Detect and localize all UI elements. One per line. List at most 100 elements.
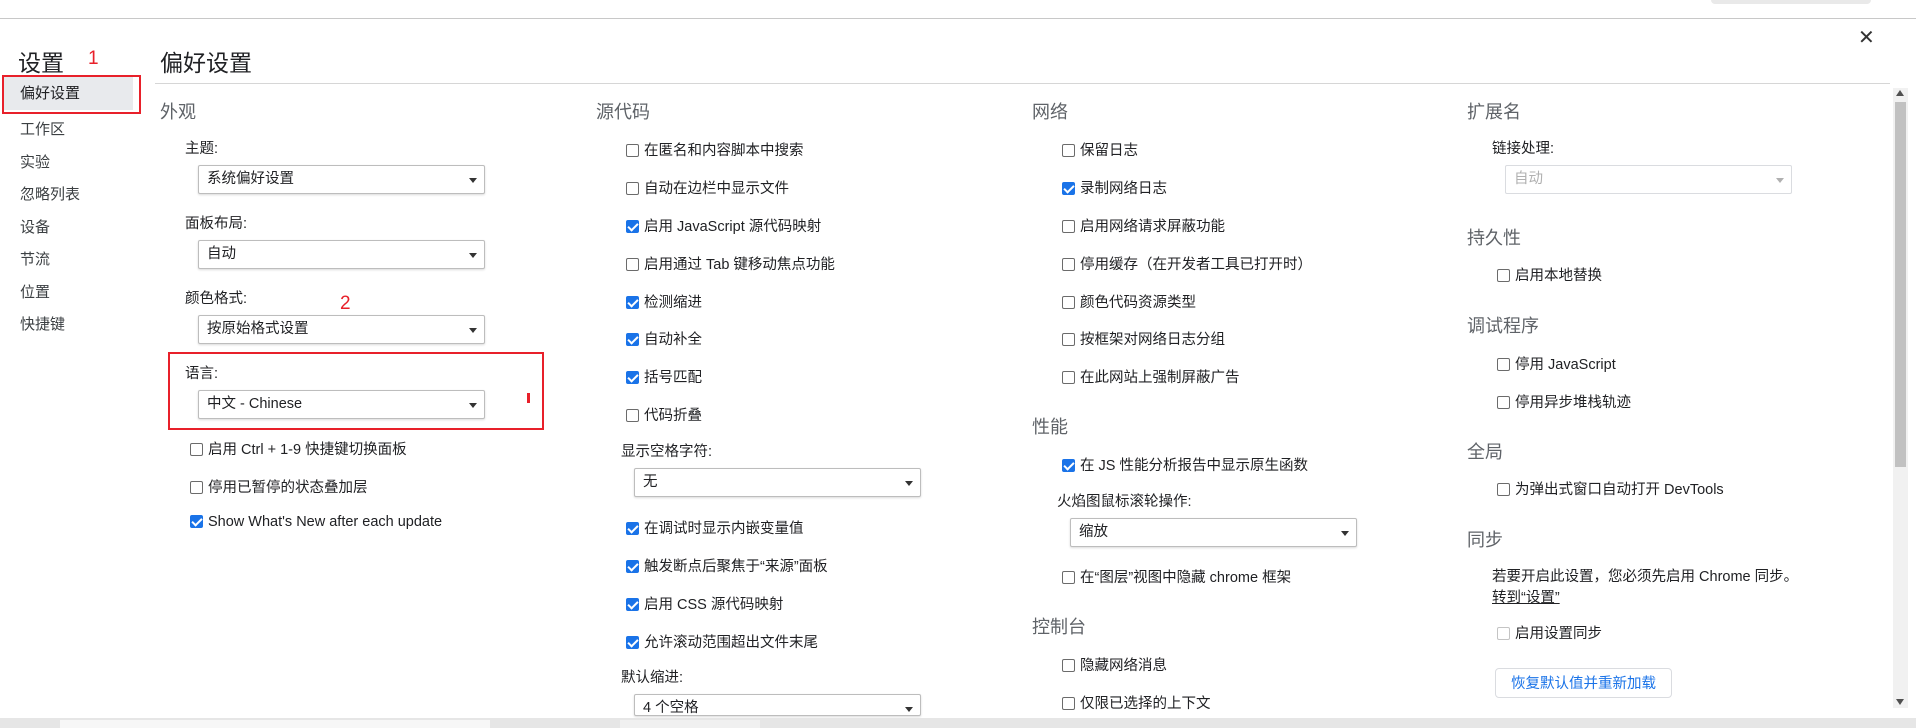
panel-layout-select[interactable]: 自动 xyxy=(198,240,485,269)
checkbox-label: 录制网络日志 xyxy=(1080,181,1167,197)
checkbox-search-anonymous[interactable]: 在匿名和内容脚本中搜索 xyxy=(626,139,804,160)
checkbox-label: 允许滚动范围超出文件末尾 xyxy=(644,635,818,651)
checkbox-box[interactable] xyxy=(1497,483,1510,496)
link-handling-label: 链接处理: xyxy=(1492,141,1555,157)
checkbox-box[interactable] xyxy=(190,443,203,456)
checkbox-hide-network-messages[interactable]: 隐藏网络消息 xyxy=(1062,654,1167,675)
sidebar-item-ignore-list[interactable]: 忽略列表 xyxy=(20,183,80,204)
section-sources-title: 源代码 xyxy=(596,102,650,122)
checkbox-bracket-matching[interactable]: 括号匹配 xyxy=(626,366,702,387)
checkbox-box-checked[interactable] xyxy=(626,296,639,309)
scroll-up-icon[interactable] xyxy=(1896,90,1904,96)
checkbox-scroll-past-eof[interactable]: 允许滚动范围超出文件末尾 xyxy=(626,631,818,652)
checkbox-disable-javascript[interactable]: 停用 JavaScript xyxy=(1497,353,1616,374)
checkbox-box[interactable] xyxy=(190,481,203,494)
checkbox-box[interactable] xyxy=(1062,258,1075,271)
scrollbar-thumb[interactable] xyxy=(1895,102,1906,467)
flamechart-label: 火焰图鼠标滚轮操作: xyxy=(1057,494,1192,510)
checkbox-code-folding[interactable]: 代码折叠 xyxy=(626,404,702,425)
checkbox-box[interactable] xyxy=(1497,396,1510,409)
checkbox-record-network[interactable]: 录制网络日志 xyxy=(1062,177,1167,198)
checkbox-force-ad-blocking[interactable]: 在此网站上强制屏蔽广告 xyxy=(1062,366,1240,387)
checkbox-hide-chrome-frame[interactable]: 在“图层”视图中隐藏 chrome 框架 xyxy=(1062,566,1291,587)
checkbox-box[interactable] xyxy=(626,144,639,157)
checkbox-box-checked[interactable] xyxy=(626,220,639,233)
scroll-down-icon[interactable] xyxy=(1896,699,1904,705)
close-icon[interactable]: ✕ xyxy=(1858,28,1875,48)
checkbox-request-blocking[interactable]: 启用网络请求屏蔽功能 xyxy=(1062,215,1225,236)
checkbox-box[interactable] xyxy=(626,409,639,422)
checkbox-auto-open-devtools[interactable]: 为弹出式窗口自动打开 DevTools xyxy=(1497,478,1724,499)
sidebar-item-locations[interactable]: 位置 xyxy=(20,281,50,302)
checkbox-box-checked[interactable] xyxy=(626,333,639,346)
checkbox-box[interactable] xyxy=(1497,269,1510,282)
checkbox-box-checked[interactable] xyxy=(190,515,203,528)
checkbox-inline-values[interactable]: 在调试时显示内嵌变量值 xyxy=(626,517,804,538)
sidebar-item-shortcuts[interactable]: 快捷键 xyxy=(20,313,65,334)
checkbox-color-resource-types[interactable]: 颜色代码资源类型 xyxy=(1062,291,1196,312)
checkbox-js-sourcemaps[interactable]: 启用 JavaScript 源代码映射 xyxy=(626,215,821,236)
checkbox-autocomplete[interactable]: 自动补全 xyxy=(626,328,702,349)
checkbox-settings-sync[interactable]: 启用设置同步 xyxy=(1497,622,1602,643)
checkbox-box-checked[interactable] xyxy=(626,371,639,384)
checkbox-label: 按框架对网络日志分组 xyxy=(1080,332,1225,348)
theme-select[interactable]: 系统偏好设置 xyxy=(198,165,485,194)
indent-value: 4 个空格 xyxy=(643,700,699,716)
checkbox-box[interactable] xyxy=(1497,358,1510,371)
checkbox-paused-overlay[interactable]: 停用已暂停的状态叠加层 xyxy=(190,476,368,497)
checkbox-box[interactable] xyxy=(1062,571,1075,584)
sidebar-item-throttling[interactable]: 节流 xyxy=(20,248,50,269)
checkbox-box-checked[interactable] xyxy=(1062,182,1075,195)
checkbox-group-by-frame[interactable]: 按框架对网络日志分组 xyxy=(1062,328,1225,349)
checkbox-local-overrides[interactable]: 启用本地替换 xyxy=(1497,264,1602,285)
checkbox-box[interactable] xyxy=(1062,659,1075,672)
checkbox-box-checked[interactable] xyxy=(626,522,639,535)
sidebar-item-workspace[interactable]: 工作区 xyxy=(20,118,65,139)
checkbox-box-checked[interactable] xyxy=(626,560,639,573)
checkbox-box[interactable] xyxy=(626,258,639,271)
section-network-title: 网络 xyxy=(1032,102,1068,122)
checkbox-tab-focus[interactable]: 启用通过 Tab 键移动焦点功能 xyxy=(626,253,835,274)
checkbox-box[interactable] xyxy=(1062,697,1075,710)
checkbox-box-checked[interactable] xyxy=(626,598,639,611)
checkbox-box[interactable] xyxy=(1062,296,1075,309)
annotation-number-2: 2 xyxy=(340,293,351,314)
checkbox-disable-cache[interactable]: 停用缓存（在开发者工具已打开时） xyxy=(1062,253,1312,274)
checkbox-label: 启用设置同步 xyxy=(1515,626,1602,642)
checkbox-label: 为弹出式窗口自动打开 DevTools xyxy=(1515,482,1724,498)
checkbox-label: 自动补全 xyxy=(644,332,702,348)
go-to-settings-link[interactable]: 转到“设置” xyxy=(1492,586,1560,607)
section-persistence-title: 持久性 xyxy=(1467,228,1521,248)
checkbox-whats-new[interactable]: Show What's New after each update xyxy=(190,514,442,530)
vertical-scrollbar[interactable] xyxy=(1893,88,1908,708)
sidebar-item-devices[interactable]: 设备 xyxy=(20,216,50,237)
checkbox-box[interactable] xyxy=(1062,333,1075,346)
annotation-number-1: 1 xyxy=(88,48,99,69)
checkbox-preserve-log[interactable]: 保留日志 xyxy=(1062,139,1138,160)
sidebar-item-experiments[interactable]: 实验 xyxy=(20,151,50,172)
language-select[interactable]: 中文 - Chinese xyxy=(198,390,485,419)
checkbox-css-sourcemaps[interactable]: 启用 CSS 源代码映射 xyxy=(626,593,783,614)
checkbox-ctrl-shortcuts[interactable]: 启用 Ctrl + 1-9 快捷键切换面板 xyxy=(190,438,407,459)
checkbox-native-functions[interactable]: 在 JS 性能分析报告中显示原生函数 xyxy=(1062,454,1308,475)
checkbox-box-checked[interactable] xyxy=(1062,459,1075,472)
checkbox-box[interactable] xyxy=(1062,220,1075,233)
whitespace-value: 无 xyxy=(643,474,658,490)
checkbox-selected-context[interactable]: 仅限已选择的上下文 xyxy=(1062,692,1211,713)
checkbox-box-checked[interactable] xyxy=(626,636,639,649)
checkbox-auto-reveal[interactable]: 自动在边栏中显示文件 xyxy=(626,177,789,198)
checkbox-box[interactable] xyxy=(1062,144,1075,157)
checkbox-box[interactable] xyxy=(1062,371,1075,384)
color-format-select[interactable]: 按原始格式设置 xyxy=(198,315,485,344)
flamechart-select[interactable]: 缩放 xyxy=(1070,518,1357,547)
checkbox-detect-indent[interactable]: 检测缩进 xyxy=(626,291,702,312)
checkbox-box[interactable] xyxy=(626,182,639,195)
link-handling-select[interactable]: 自动 xyxy=(1505,165,1792,194)
checkbox-box-disabled[interactable] xyxy=(1497,627,1510,640)
indent-select[interactable]: 4 个空格 xyxy=(634,694,921,716)
taskbar-segment xyxy=(620,720,760,728)
checkbox-async-stack[interactable]: 停用异步堆栈轨迹 xyxy=(1497,391,1631,412)
checkbox-focus-sources[interactable]: 触发断点后聚焦于“来源”面板 xyxy=(626,555,828,576)
restore-defaults-button[interactable]: 恢复默认值并重新加载 xyxy=(1495,668,1672,698)
whitespace-select[interactable]: 无 xyxy=(634,468,921,497)
